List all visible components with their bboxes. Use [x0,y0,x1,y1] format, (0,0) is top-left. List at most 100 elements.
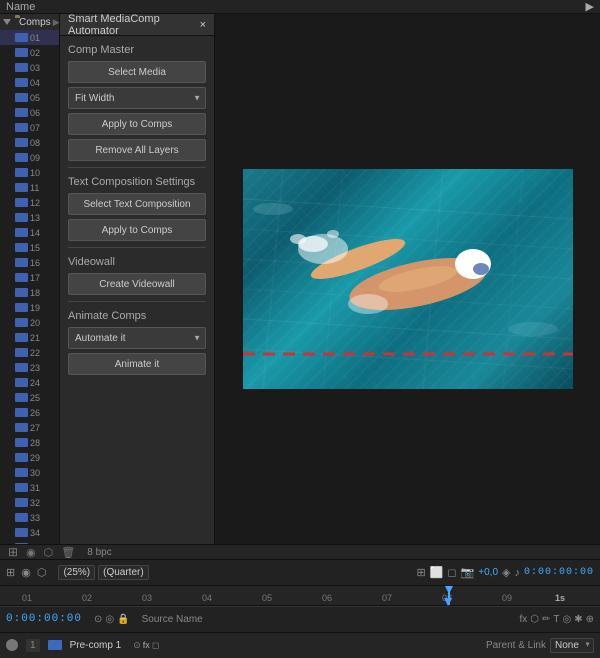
file-item-22[interactable]: 22 [0,345,59,360]
file-item-20[interactable]: 20 [0,315,59,330]
switch-icon[interactable]: ⊙ [133,640,141,651]
panel-close-button[interactable]: × [200,19,206,31]
comp-num-21: 21 [30,333,40,343]
fx-icon[interactable]: fx [519,614,527,625]
apply-to-comps2-button[interactable]: Apply to Comps [68,219,206,241]
quality-display[interactable]: (Quarter) [98,565,149,580]
render-icon[interactable]: ◈ [502,566,510,579]
file-item-25[interactable]: 25 [0,390,59,405]
file-item-27[interactable]: 27 [0,420,59,435]
file-item-11[interactable]: 11 [0,180,59,195]
timeline-ruler[interactable]: 01 02 03 04 05 06 07 08 09 1s [0,586,600,606]
file-item-10[interactable]: 10 [0,165,59,180]
comp-icon-06 [15,108,28,117]
file-item-12[interactable]: 12 [0,195,59,210]
puppet-icon[interactable]: ✱ [574,614,582,625]
comps-label: Comps [19,17,51,28]
grid-icon[interactable]: ⊞ [417,566,426,579]
file-item-32[interactable]: 32 [0,495,59,510]
file-item-31[interactable]: 31 [0,480,59,495]
mask-ctrl-icon[interactable]: ⬡ [530,614,539,625]
comp-num-31: 31 [30,483,40,493]
time-counter: 0:00:00:00 [6,613,82,625]
apply-to-comps-button[interactable]: Apply to Comps [68,113,206,135]
comp-num-05: 05 [30,93,40,103]
file-item-16[interactable]: 16 [0,255,59,270]
file-item-13[interactable]: 13 [0,210,59,225]
comp-icon-23 [15,363,28,372]
ruler-mark-04: 04 [202,593,212,603]
file-item-09[interactable]: 09 [0,150,59,165]
timeline-icon3[interactable]: ⬡ [37,566,47,579]
comp-icon-20 [15,318,28,327]
scroll-right-arrow[interactable]: ▶ [586,0,594,13]
file-item-19[interactable]: 19 [0,300,59,315]
bbar-icon1[interactable]: ⊞ [8,545,18,559]
mute-icon[interactable]: ◎ [105,614,114,625]
comp-num-09: 09 [30,153,40,163]
file-item-06[interactable]: 06 [0,105,59,120]
create-videowall-button[interactable]: Create Videowall [68,273,206,295]
comp-num-06: 06 [30,108,40,118]
bbar-trash-icon[interactable]: 🗑 [61,546,75,559]
zoom-display[interactable]: (25%) [58,565,95,580]
file-item-23[interactable]: 23 [0,360,59,375]
bbar-icon2[interactable]: ◉ [26,546,36,559]
layer-mask-icon[interactable]: ◻ [152,640,159,651]
file-item-02[interactable]: 02 [0,45,59,60]
paint-icon[interactable]: ✏ [542,614,550,625]
layer-visibility[interactable] [6,639,18,651]
file-item-14[interactable]: 14 [0,225,59,240]
parent-select[interactable]: None [550,638,594,653]
safe-zone-icon[interactable]: ⬜ [430,566,444,579]
file-item-05[interactable]: 05 [0,90,59,105]
ruler-mark-02: 02 [82,593,92,603]
file-item-08[interactable]: 08 [0,135,59,150]
file-item-24[interactable]: 24 [0,375,59,390]
audio-icon[interactable]: ♪ [514,567,520,579]
select-media-button[interactable]: Select Media [68,61,206,83]
bbar-icon3[interactable]: ⬡ [44,546,54,559]
file-item-29[interactable]: 29 [0,450,59,465]
timeline-icon1[interactable]: ⊞ [6,566,15,579]
camera-icon[interactable]: 📷 [461,566,475,579]
file-item-28[interactable]: 28 [0,435,59,450]
comps-folder[interactable]: Comps ▶ [0,14,59,30]
file-item-07[interactable]: 07 [0,120,59,135]
solo-icon[interactable]: ⊙ [94,614,102,625]
automate-select[interactable]: Automate it Manual Auto [68,327,206,349]
mask-icon[interactable]: ◻ [447,566,456,579]
remove-all-layers-button[interactable]: Remove All Layers [68,139,206,161]
file-item-34[interactable]: 34 [0,525,59,540]
track-icon[interactable]: ◎ [562,614,571,625]
comp-num-17: 17 [30,273,40,283]
timeline-area: ⊞ ◉ ⬡ (25%) (Quarter) ⊞ ⬜ ◻ 📷 +0,0 ◈ ♪ 0… [0,559,600,606]
select-text-comp-button[interactable]: Select Text Composition [68,193,206,215]
right-ctrl-icons: fx ⬡ ✏ T ◎ ✱ ⊕ [519,614,594,625]
preview-image [243,169,573,389]
file-item-03[interactable]: 03 [0,60,59,75]
file-item-26[interactable]: 26 [0,405,59,420]
text-icon[interactable]: T [553,614,559,625]
file-item-01[interactable]: 01 [0,30,59,45]
file-item-21[interactable]: 21 [0,330,59,345]
file-item-17[interactable]: 17 [0,270,59,285]
comp-num-19: 19 [30,303,40,313]
lock-icon[interactable]: 🔒 [117,614,129,625]
comp-num-04: 04 [30,78,40,88]
panel-title: Smart MediaComp Automator [68,14,200,37]
file-item-15[interactable]: 15 [0,240,59,255]
layer-name: Pre-comp 1 [70,640,122,651]
file-item-18[interactable]: 18 [0,285,59,300]
comp-icon-32 [15,498,28,507]
fit-width-select[interactable]: Fit Width Fit Height Stretch Crop [68,87,206,109]
timeline-icon2[interactable]: ◉ [21,566,31,579]
file-item-30[interactable]: 30 [0,465,59,480]
roto-icon[interactable]: ⊕ [586,614,594,625]
comp-num-25: 25 [30,393,40,403]
comp-num-24: 24 [30,378,40,388]
ruler-mark-09: 09 [502,593,512,603]
file-item-04[interactable]: 04 [0,75,59,90]
animate-it-button[interactable]: Animate it [68,353,206,375]
file-item-33[interactable]: 33 [0,510,59,525]
